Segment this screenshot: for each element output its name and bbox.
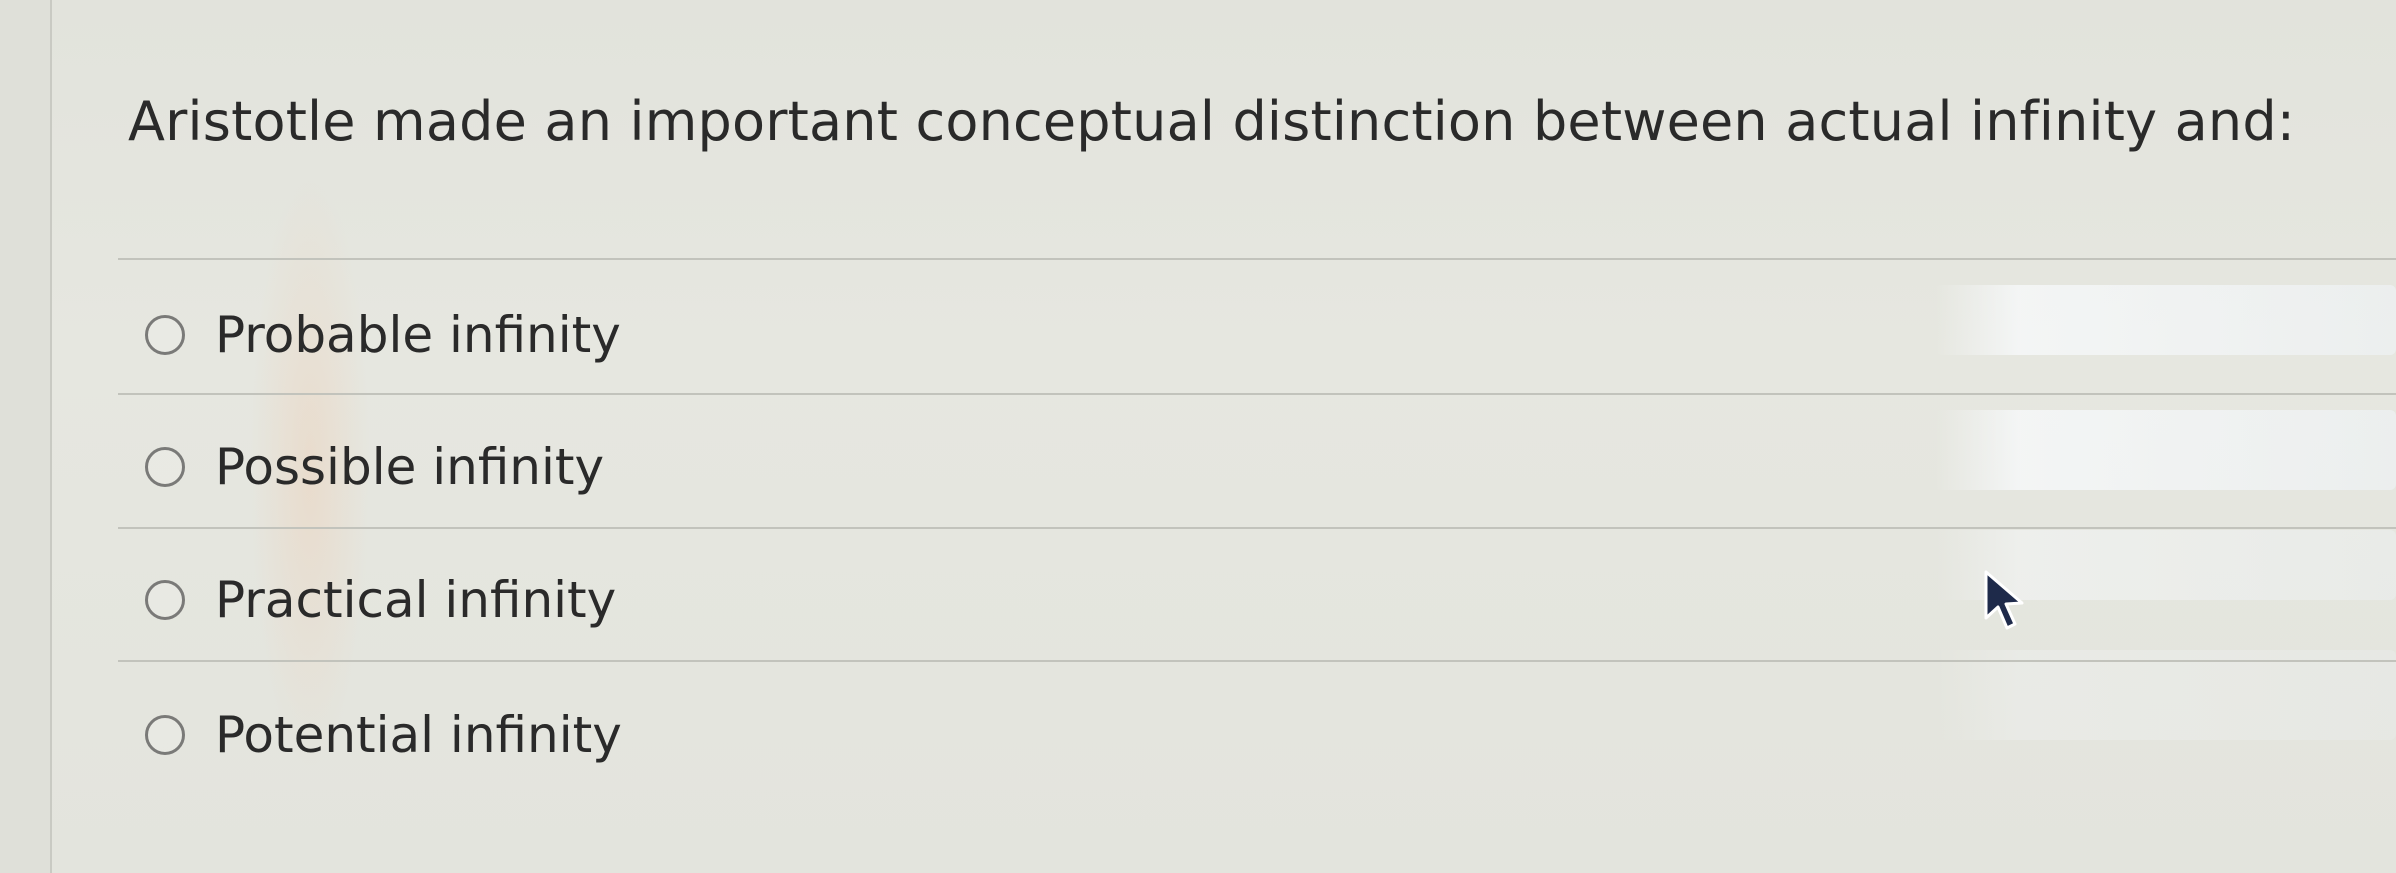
option-divider bbox=[118, 527, 2396, 529]
option-potential-infinity[interactable]: Potential infinity bbox=[145, 700, 622, 770]
screen-glare bbox=[1935, 285, 2396, 355]
screen-glare bbox=[1935, 410, 2396, 490]
question-divider bbox=[118, 258, 2396, 260]
question-text: Aristotle made an important conceptual d… bbox=[128, 90, 2296, 153]
option-label: Possible infinity bbox=[215, 438, 605, 496]
option-practical-infinity[interactable]: Practical infinity bbox=[145, 565, 616, 635]
mouse-pointer-icon bbox=[1984, 570, 2024, 630]
radio-button[interactable] bbox=[145, 315, 185, 355]
option-possible-infinity[interactable]: Possible infinity bbox=[145, 432, 604, 502]
radio-button[interactable] bbox=[145, 447, 185, 487]
radio-button[interactable] bbox=[145, 580, 185, 620]
radio-button[interactable] bbox=[145, 715, 185, 755]
option-probable-infinity[interactable]: Probable infinity bbox=[145, 300, 621, 370]
quiz-screen: Aristotle made an important conceptual d… bbox=[0, 0, 2396, 873]
option-label: Practical infinity bbox=[215, 571, 617, 629]
option-divider bbox=[118, 393, 2396, 395]
option-label: Probable infinity bbox=[215, 306, 621, 364]
option-divider bbox=[118, 660, 2396, 662]
option-label: Potential infinity bbox=[215, 706, 622, 764]
left-bezel bbox=[0, 0, 52, 873]
screen-glare bbox=[1935, 650, 2396, 740]
